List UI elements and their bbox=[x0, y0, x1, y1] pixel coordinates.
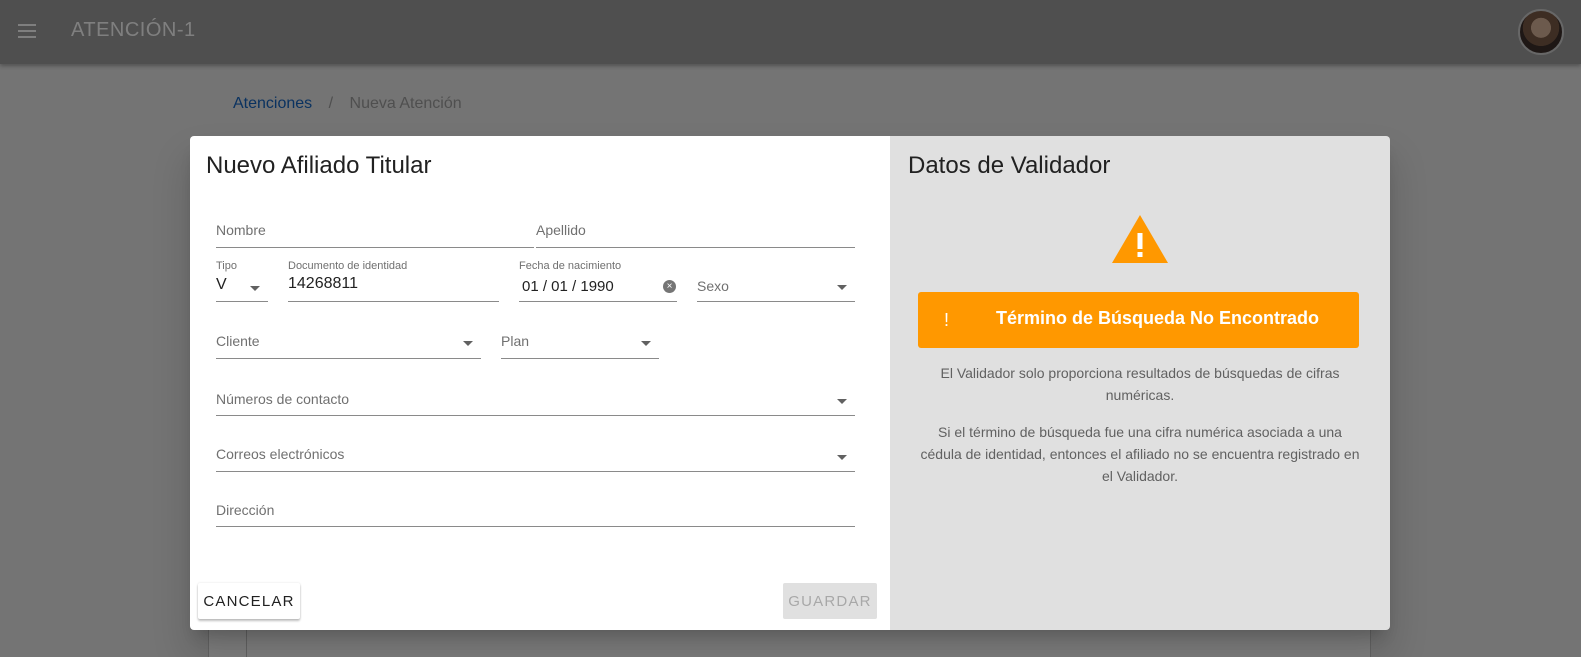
fecha-value: 01 / 01 / 1990 bbox=[522, 278, 614, 295]
tipo-value: V bbox=[216, 276, 227, 293]
nombre-field[interactable]: Nombre bbox=[216, 220, 534, 248]
dialog-title: Nuevo Afiliado Titular bbox=[206, 152, 432, 179]
chevron-down-icon[interactable] bbox=[641, 341, 651, 346]
validator-info-1: El Validador solo proporciona resultados… bbox=[940, 365, 1340, 403]
validator-info-2: Si el término de búsqueda fue una cifra … bbox=[920, 424, 1360, 484]
tipo-select[interactable]: Tipo V bbox=[216, 260, 268, 302]
save-button[interactable]: GUARDAR bbox=[783, 583, 877, 619]
cancel-button[interactable]: CANCELAR bbox=[198, 583, 300, 619]
validator-panel: Datos de Validador ! Término de Búsqueda… bbox=[890, 136, 1390, 630]
apellido-label: Apellido bbox=[536, 222, 586, 238]
validator-title: Datos de Validador bbox=[908, 152, 1111, 179]
form-panel: Nuevo Afiliado Titular Nombre Apellido T… bbox=[190, 136, 890, 630]
plan-label: Plan bbox=[501, 333, 530, 349]
contacto-label: Números de contacto bbox=[216, 391, 350, 407]
sexo-select[interactable]: Sexo bbox=[697, 260, 855, 302]
fecha-field[interactable]: Fecha de nacimiento 01 / 01 / 1990 × bbox=[519, 260, 677, 302]
cliente-label: Cliente bbox=[216, 333, 260, 349]
sexo-label: Sexo bbox=[697, 278, 729, 294]
documento-value: 14268811 bbox=[288, 275, 358, 292]
correos-select[interactable]: Correos electrónicos bbox=[216, 443, 855, 472]
clear-icon[interactable]: × bbox=[663, 280, 676, 293]
apellido-field[interactable]: Apellido bbox=[536, 220, 855, 248]
correos-label: Correos electrónicos bbox=[216, 446, 345, 462]
chevron-down-icon[interactable] bbox=[463, 341, 473, 346]
contacto-select[interactable]: Números de contacto bbox=[216, 387, 855, 416]
not-found-alert: ! Término de Búsqueda No Encontrado bbox=[918, 292, 1359, 348]
cliente-select[interactable]: Cliente bbox=[216, 330, 481, 359]
documento-field[interactable]: Documento de identidad 14268811 bbox=[288, 260, 499, 302]
documento-label: Documento de identidad bbox=[288, 260, 408, 272]
plan-select[interactable]: Plan bbox=[501, 330, 659, 359]
warning-icon bbox=[1112, 215, 1168, 263]
chevron-down-icon[interactable] bbox=[837, 455, 847, 460]
fecha-label: Fecha de nacimiento bbox=[519, 260, 622, 272]
direccion-field[interactable]: Dirección bbox=[216, 498, 855, 527]
nombre-label: Nombre bbox=[216, 222, 266, 238]
chevron-down-icon[interactable] bbox=[837, 285, 847, 290]
direccion-label: Dirección bbox=[216, 502, 275, 518]
alert-text: Término de Búsqueda No Encontrado bbox=[995, 308, 1320, 328]
chevron-down-icon[interactable] bbox=[250, 286, 260, 291]
new-affiliate-dialog: Nuevo Afiliado Titular Nombre Apellido T… bbox=[190, 136, 1390, 630]
tipo-label: Tipo bbox=[216, 260, 237, 272]
chevron-down-icon[interactable] bbox=[837, 399, 847, 404]
